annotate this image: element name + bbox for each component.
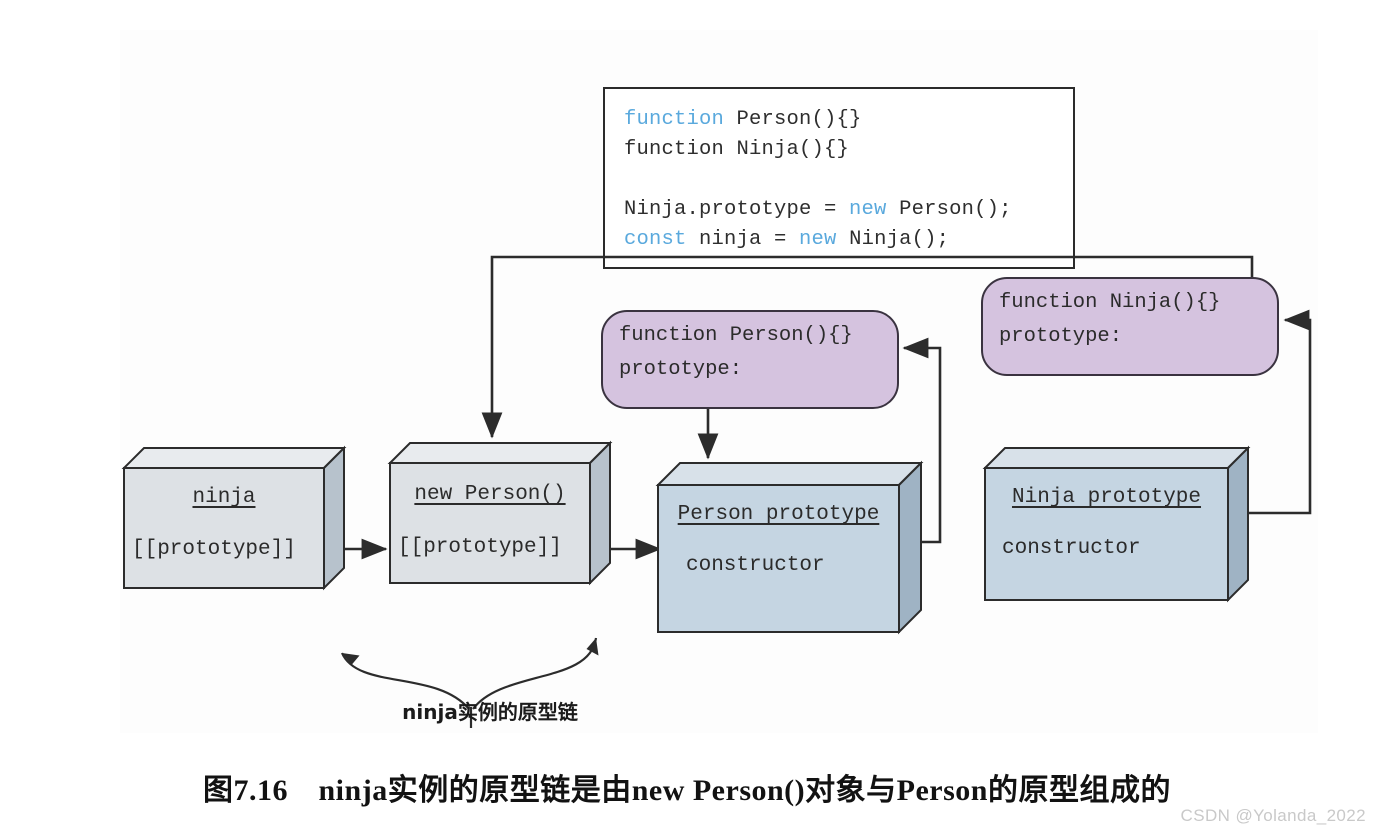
diagram-panel: function Person(){} function Ninja(){} N… [120,30,1318,733]
object-box-new-person: new Person() [[prototype]] [386,435,614,605]
function-box-ninja-text: function Ninja(){} prototype: [999,291,1221,348]
object-box-person-prototype: Person prototype constructor [653,455,928,645]
object-box-ninja: ninja [[prototype]] [120,440,348,610]
figure-caption: 图7.16 ninja实例的原型链是由new Person()对象与Person… [203,774,1171,807]
person-prototype-box-title: Person prototype [677,503,880,526]
person-prototype-box-field: constructor [686,554,825,577]
new-person-box-shape [387,440,613,586]
ninja-box-field: [[prototype]] [132,538,296,561]
prototype-chain-label: ninja实例的原型链 [402,700,578,724]
watermark: CSDN @Yolanda_2022 [1180,806,1366,825]
ninja-box-title: ninja [192,486,256,509]
ninja-prototype-box-field: constructor [1002,537,1141,560]
figure-container: function Person(){} function Ninja(){} N… [0,0,1374,834]
new-person-box-title: new Person() [414,483,566,506]
new-person-box-field: [[prototype]] [398,536,562,559]
object-box-ninja-prototype: Ninja prototype constructor [980,440,1255,615]
ninja-box-shape [121,445,347,591]
function-box-person-text: function Person(){} prototype: [619,324,853,381]
ninja-prototype-box-shape [982,445,1251,603]
function-box-person: function Person(){} prototype: [601,310,899,409]
function-box-ninja: function Ninja(){} prototype: [981,277,1279,376]
person-prototype-box-shape [655,460,924,635]
ninja-prototype-box-title: Ninja prototype [1011,486,1202,509]
